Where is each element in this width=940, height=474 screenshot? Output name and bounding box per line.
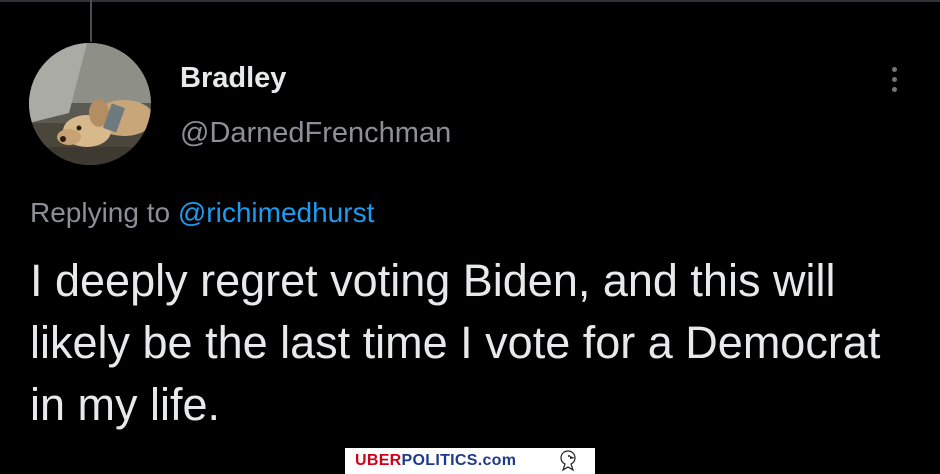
avatar[interactable] [29, 43, 151, 165]
replying-to: Replying to @richimedhurst [30, 197, 374, 229]
user-handle[interactable]: @DarnedFrenchman [180, 117, 451, 150]
dog-avatar-icon [29, 43, 151, 165]
eagle-icon [560, 450, 576, 472]
top-divider [0, 0, 940, 2]
display-name[interactable]: Bradley [180, 62, 286, 95]
more-vertical-icon-dot [891, 76, 897, 82]
watermark: UBER POLITICS .com [345, 448, 595, 474]
watermark-part-domain: .com [477, 452, 517, 469]
watermark-part-politics: POLITICS [401, 452, 478, 469]
thread-connector-line [90, 0, 92, 42]
replying-to-mention-link[interactable]: @richimedhurst [178, 197, 374, 228]
watermark-part-uber: UBER [355, 452, 402, 469]
more-options-button[interactable] [880, 62, 908, 96]
more-vertical-icon [891, 66, 897, 72]
tweet-text: I deeply regret voting Biden, and this w… [30, 255, 881, 430]
more-vertical-icon-dot [891, 86, 897, 92]
replying-to-label: Replying to [30, 197, 171, 228]
